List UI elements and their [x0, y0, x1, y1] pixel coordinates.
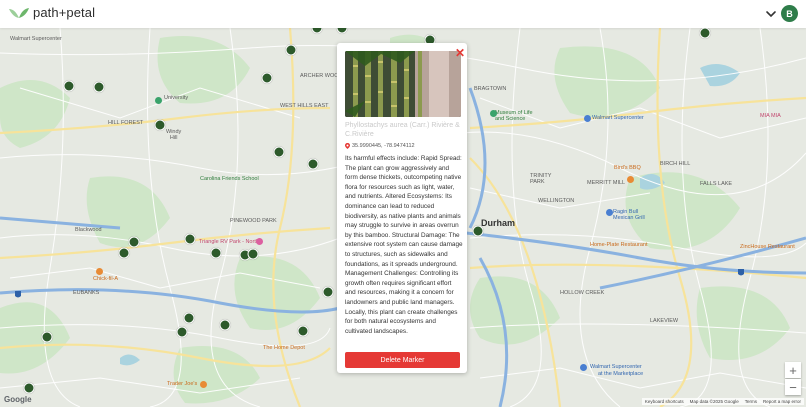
top-bar: path+petal B	[0, 0, 806, 28]
plant-marker[interactable]	[41, 331, 53, 343]
user-avatar[interactable]: B	[781, 5, 798, 22]
plant-marker[interactable]	[699, 28, 711, 39]
report-error-link[interactable]: Report a map error	[763, 399, 801, 404]
close-icon[interactable]: ✕	[455, 47, 465, 59]
plant-marker[interactable]	[247, 248, 259, 260]
map-label-chick-fil-a: Chick-fil-A	[93, 276, 119, 282]
map-label-trader-joes: Trader Joe's	[167, 381, 198, 387]
poi-chick-fil-a[interactable]	[96, 268, 103, 275]
bamboo-photo	[345, 51, 461, 117]
map-label-merritt-mill: MERRITT MILL	[587, 180, 626, 186]
poi-museum[interactable]	[490, 110, 497, 117]
plant-marker[interactable]	[184, 233, 196, 245]
map-label-university: University	[164, 95, 189, 101]
coordinates-text: 35.9990445, -78.9474112	[352, 143, 415, 149]
map-label-marketplace: at the Marketplace	[598, 371, 644, 377]
poi-walmart-bottom[interactable]	[580, 364, 587, 371]
app-name: path+petal	[33, 5, 96, 20]
poi-ragin-bull[interactable]	[606, 209, 613, 216]
plant-marker[interactable]	[307, 158, 319, 170]
plant-marker[interactable]	[154, 119, 166, 131]
map-label-home-depot: The Home Depot	[263, 345, 305, 351]
zoom-in-button[interactable]: +	[785, 362, 801, 378]
map-label-eubanks: EUBANKS	[73, 290, 100, 296]
map-label-birds-bbq: Bird's BBQ	[614, 165, 641, 171]
app-root: path+petal B Walmart Supercenter Univers…	[0, 0, 806, 407]
map-label-home-plate: Home-Plate Restaurant	[590, 242, 648, 248]
map-label-mia-mia: MIA MIA	[760, 113, 781, 119]
map-label-trinity: TRINITY PARK	[530, 173, 552, 185]
map-label-hollow-creek: HOLLOW CREEK	[560, 290, 605, 296]
map-label-birch-hill: BIRCH HILL	[660, 161, 691, 167]
map-attribution: Keyboard shortcuts Map data ©2025 Google…	[641, 398, 804, 405]
plant-marker[interactable]	[472, 225, 484, 237]
map-label-zinc-house: ZincHouse Restaurant	[740, 244, 795, 250]
map-label-wellington: WELLINGTON	[538, 198, 575, 204]
terms-link[interactable]: Terms	[745, 399, 757, 404]
plant-marker[interactable]	[23, 382, 35, 394]
brand-logo[interactable]: path+petal	[8, 5, 95, 20]
poi-birds-bbq[interactable]	[627, 176, 634, 183]
plant-marker[interactable]	[128, 236, 140, 248]
map-label-walmart-right: Walmart Supercenter	[592, 115, 644, 121]
plant-marker[interactable]	[93, 81, 105, 93]
map-label-lakeview: LAKEVIEW	[650, 318, 679, 324]
poi-triangle-rv[interactable]	[256, 238, 263, 245]
plant-marker[interactable]	[210, 247, 222, 259]
plant-marker[interactable]	[176, 326, 188, 338]
map-label-durham: Durham	[481, 218, 516, 228]
plant-marker[interactable]	[261, 72, 273, 84]
plant-marker[interactable]	[219, 319, 231, 331]
plant-marker[interactable]	[322, 286, 334, 298]
plant-name: Phyllostachys aurea (Carr.) Rivière & C.…	[345, 122, 460, 138]
chevron-down-icon[interactable]	[764, 7, 778, 21]
map-pin-icon	[345, 143, 350, 149]
zoom-out-button[interactable]: −	[785, 379, 801, 395]
map-label-windy-hill: Windy Hill	[166, 129, 182, 141]
plant-coordinates: 35.9990445, -78.9474112	[345, 143, 415, 149]
map-label-walmart: Walmart Supercenter	[10, 36, 62, 42]
map-data-text: Map data ©2025 Google	[689, 399, 739, 404]
map-label-bragtown: BRAGTOWN	[474, 86, 507, 92]
map-label-west-hills: WEST HILLS EAST	[280, 103, 329, 109]
map-label-museum: Museum of Life and Science	[495, 110, 533, 122]
map-label-falls-lake: FALLS LAKE	[700, 181, 733, 187]
poi-university[interactable]	[155, 97, 162, 104]
google-logo[interactable]: Google	[4, 395, 32, 404]
map-label-pinewood: PINEWOOD PARK	[230, 218, 277, 224]
keyboard-shortcuts-link[interactable]: Keyboard shortcuts	[645, 399, 684, 404]
map-label-blackwood: Blackwood	[75, 227, 102, 233]
map-label-triangle-rv: Triangle RV Park - North	[199, 239, 259, 245]
map-label-walmart-bottom: Walmart Supercenter	[590, 364, 642, 370]
plant-marker[interactable]	[273, 146, 285, 158]
plant-marker[interactable]	[63, 80, 75, 92]
map-label-carolina-friends: Carolina Friends School	[200, 176, 259, 182]
map-label-ragin-bull: Ragin Bull Mexican Grill	[613, 209, 645, 221]
plant-marker[interactable]	[118, 247, 130, 259]
marker-info-window: Phyllostachys aurea (Carr.) Rivière & C.…	[337, 43, 467, 373]
poi-walmart[interactable]	[584, 115, 591, 122]
plant-marker[interactable]	[183, 312, 195, 324]
plant-marker[interactable]	[297, 325, 309, 337]
leaf-logo-icon	[9, 7, 29, 18]
poi-trader-joes[interactable]	[200, 381, 207, 388]
plant-description: Its harmful effects include: Rapid Sprea…	[345, 155, 463, 335]
plant-photo	[345, 51, 461, 117]
map-label-hill-forest: HILL FOREST	[108, 120, 144, 126]
plant-marker[interactable]	[285, 44, 297, 56]
delete-marker-button[interactable]: Delete Marker	[345, 352, 460, 368]
